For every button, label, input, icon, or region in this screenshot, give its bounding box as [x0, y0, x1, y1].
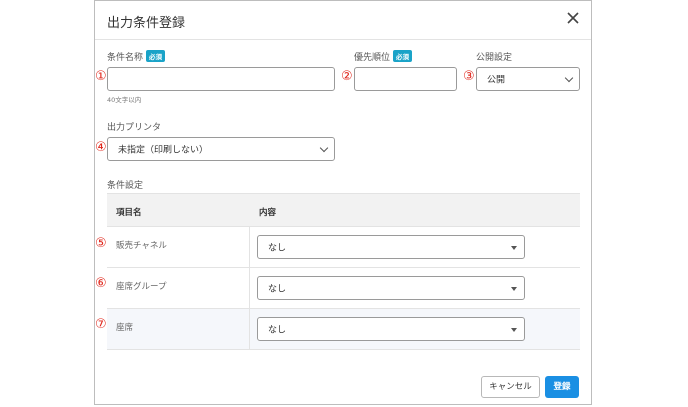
printer-value: 未指定（印刷しない）	[118, 145, 209, 156]
required-badge: 必須	[146, 50, 166, 62]
seat-group-value: なし	[268, 284, 287, 295]
caret-down-icon	[511, 287, 517, 291]
column-divider	[249, 227, 250, 350]
condition-name-hint: 40文字以内	[107, 96, 142, 104]
column-header-content: 内容	[259, 208, 277, 218]
row-name: 座席	[116, 323, 134, 333]
seat-select[interactable]: なし	[257, 317, 525, 341]
seat-value: なし	[268, 325, 287, 336]
cancel-button[interactable]: キャンセル	[481, 376, 540, 398]
dialog: 出力条件登録 条件名称 必須 ① 40文字以内 優先順位 必須 ② 公開設定 ③ 公…	[94, 0, 592, 405]
public-setting-select[interactable]: 公開	[476, 67, 580, 91]
condition-name-label: 条件名称 必須	[107, 50, 166, 63]
column-header-item: 項目名	[116, 208, 142, 218]
conditions-table: 項目名 内容 販売チャネル なし 座席グループ なし 座席 なし	[107, 193, 580, 350]
caret-down-icon	[511, 328, 517, 332]
public-setting-label: 公開設定	[476, 53, 513, 63]
callout-number: ②	[341, 69, 353, 84]
row-name: 販売チャネル	[116, 241, 167, 251]
callout-number: ④	[95, 140, 107, 155]
required-badge: 必須	[393, 50, 413, 62]
caret-down-icon	[511, 246, 517, 250]
row-name: 座席グループ	[116, 282, 167, 292]
seat-group-select[interactable]: なし	[257, 276, 525, 300]
chevron-down-icon	[564, 73, 574, 83]
submit-button[interactable]: 登録	[545, 376, 579, 398]
callout-number: ⑥	[95, 276, 107, 291]
priority-label: 優先順位 必須	[354, 50, 413, 63]
sales-channel-select[interactable]: なし	[257, 235, 525, 259]
dialog-header: 出力条件登録	[95, 1, 591, 40]
condition-name-input[interactable]	[107, 67, 335, 91]
dialog-title: 出力条件登録	[107, 16, 186, 31]
table-row: 座席 なし	[107, 309, 580, 350]
table-header: 項目名 内容	[107, 194, 580, 227]
conditions-section-label: 条件設定	[107, 181, 144, 191]
table-row: 販売チャネル なし	[107, 227, 580, 268]
callout-number: ⑦	[95, 317, 107, 332]
printer-select[interactable]: 未指定（印刷しない）	[107, 137, 335, 161]
close-icon[interactable]	[565, 10, 581, 26]
table-row: 座席グループ なし	[107, 268, 580, 309]
public-setting-value: 公開	[487, 75, 506, 86]
callout-number: ①	[95, 69, 107, 84]
priority-input[interactable]	[354, 67, 457, 91]
sales-channel-value: なし	[268, 243, 287, 254]
printer-label: 出力プリンタ	[107, 123, 162, 133]
callout-number: ③	[463, 69, 475, 84]
chevron-down-icon	[319, 143, 329, 153]
callout-number: ⑤	[95, 236, 107, 251]
